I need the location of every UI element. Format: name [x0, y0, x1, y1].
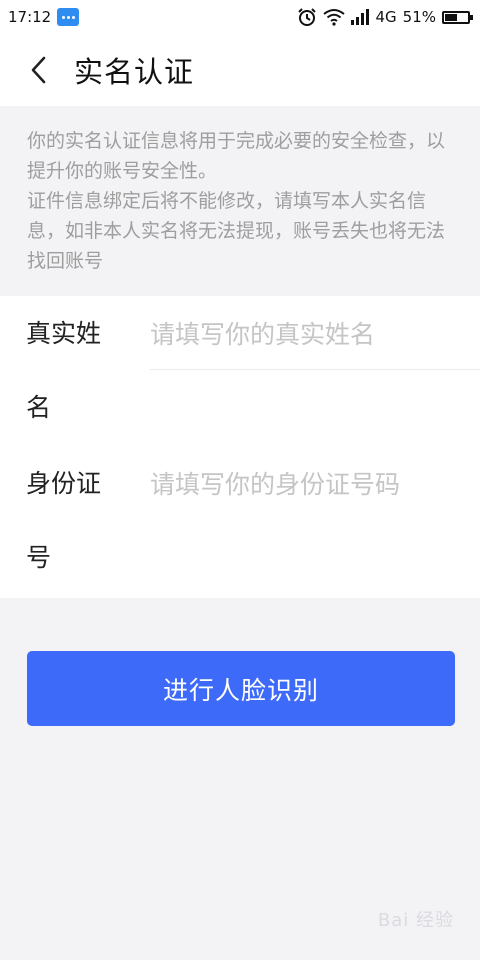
battery-level: [445, 13, 458, 21]
chevron-left-icon: [31, 56, 46, 84]
name-label: 真实姓: [26, 319, 102, 348]
network-type: 4G: [375, 8, 397, 26]
id-number-input[interactable]: [150, 464, 480, 504]
id-label: 身份证: [26, 469, 102, 498]
id-label-cont: 号: [26, 543, 52, 572]
status-bar-right: 4G 51%: [297, 7, 473, 27]
signal-icon: [351, 9, 370, 25]
name-input[interactable]: [150, 314, 480, 354]
battery-icon: [442, 10, 473, 24]
name-label-cont: 名: [26, 393, 52, 422]
notice-line-1: 你的实名认证信息将用于完成必要的安全检查，以提升你的账号安全性。: [27, 130, 446, 182]
watermark-logo: Bai 经验: [377, 910, 454, 931]
notice-text: 你的实名认证信息将用于完成必要的安全检查，以提升你的账号安全性。 证件信息绑定后…: [0, 106, 480, 296]
face-recognition-button[interactable]: 进行人脸识别: [27, 651, 455, 726]
status-bar: 17:12 4G 51%: [0, 0, 480, 34]
page-title: 实名认证: [74, 55, 195, 89]
alarm-icon: [298, 8, 317, 26]
form-divider: [150, 369, 480, 370]
message-icon: [57, 8, 80, 26]
wifi-icon: [323, 9, 346, 26]
status-time: 17:12: [8, 8, 52, 26]
battery-percent: 51%: [402, 8, 436, 26]
status-bar-left: 17:12: [8, 8, 80, 26]
page-header: 实名认证: [0, 34, 480, 106]
notice-line-2: 证件信息绑定后将不能修改，请填写本人实名信息，如非本人实名将无法提现，账号丢失也…: [27, 190, 446, 272]
verification-form: 真实姓 名 身份证 号: [0, 296, 480, 598]
back-button[interactable]: [14, 46, 62, 94]
